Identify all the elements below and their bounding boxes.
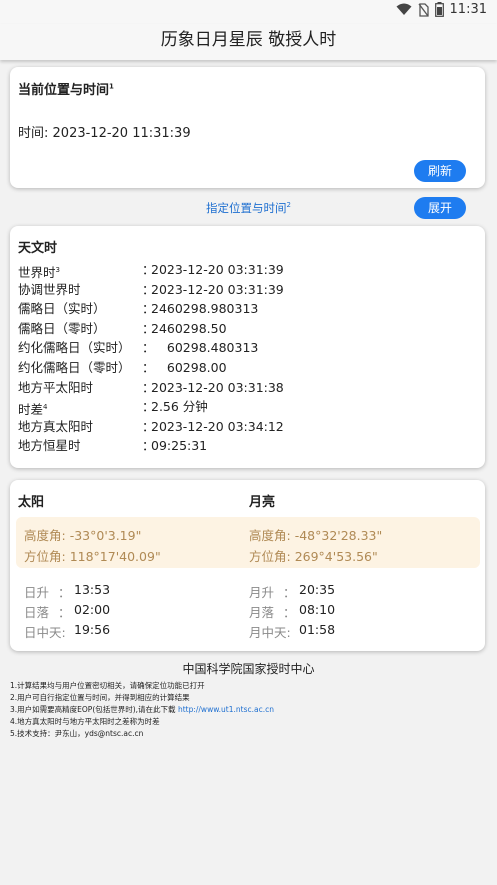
moonset-colon: ： (283, 605, 296, 620)
moonrise-value: 20:35 (299, 582, 336, 597)
specify-link[interactable]: 指定位置与时间2 (206, 200, 291, 216)
footer-note-2: 2.用户可自行指定位置与时间，并得到相应的计算结果 (10, 693, 190, 702)
astro-row-value: 2023-12-20 03:31:39 (151, 281, 284, 297)
footer-note-3: 3.用户如需要高精度EOP(包括世界时),请在此下载 http://www.ut… (10, 704, 274, 715)
astro-row-value: 60298.00 (151, 360, 227, 375)
status-bar: 11:31 (0, 0, 497, 24)
astro-row-label-text: 世界时 (18, 265, 56, 281)
expand-button[interactable]: 展开 (414, 197, 466, 219)
current-time-line: 时间: 2023-12-20 11:31:39 (18, 122, 191, 141)
moon-transit-label: 月中天: (249, 625, 291, 640)
moonrise-colon: ： (283, 585, 296, 600)
astro-row-label: 地方真太阳时 (18, 417, 93, 437)
sun-altitude-label: 高度角: (24, 528, 66, 543)
current-card: 当前位置与时间1 时间: 2023-12-20 11:31:39 刷新 (10, 67, 485, 188)
astro-row-label-text: 约化儒略日（实时） (18, 340, 131, 356)
astro-row-sup: 3 (55, 266, 60, 274)
sunset-colon: ： (58, 605, 71, 620)
astro-row-value: 2023-12-20 03:31:39 (151, 262, 284, 277)
moon-title: 月亮 (249, 495, 276, 510)
battery-icon (434, 2, 444, 17)
sun-transit-value: 19:56 (74, 622, 111, 637)
astro-row-label-text: 约化儒略日（零时） (18, 360, 131, 375)
sunrise-value: 13:53 (74, 582, 111, 597)
current-time-label: 时间: (18, 126, 49, 141)
astro-row-value: 09:25:31 (151, 438, 208, 454)
moon-altitude-label: 高度角: (249, 528, 291, 543)
moon-altitude-value: -48°32'28.33" (294, 528, 383, 543)
no-sim-icon (418, 2, 429, 17)
astro-row-label: 约化儒略日（实时） (18, 338, 131, 358)
astro-row-label-text: 地方恒星时 (18, 438, 81, 454)
astro-row-label: 协调世界时 (18, 280, 81, 300)
astro-row-label-text: 地方真太阳时 (18, 418, 94, 434)
astro-row-value: 2023-12-20 03:31:38 (151, 379, 284, 395)
astro-row-label: 儒略日（实时） (18, 299, 106, 319)
sun-moon-card: 太阳 月亮 高度角: -33°0'3.19" 方位角: 118°17'40.09… (10, 480, 485, 651)
astro-row-label: 约化儒略日（零时） (18, 358, 131, 378)
astro-row-value: 2023-12-20 03:34:12 (151, 418, 284, 434)
footer-note-1: 1.计算结果均与用户位置密切相关，请确保定位功能已打开 (10, 681, 205, 690)
moon-azimuth-value: 269°4'53.56" (294, 549, 378, 564)
sun-azimuth: 方位角: 118°17'40.09" (24, 546, 161, 565)
astro-title: 天文时 (18, 241, 58, 256)
status-time: 11:31 (449, 2, 487, 17)
moon-altitude: 高度角: -48°32'28.33" (249, 525, 382, 544)
astro-row-label-text: 儒略日（零时） (18, 320, 106, 336)
astro-row-label-text: 地方平太阳时 (18, 379, 94, 395)
sun-azimuth-value: 118°17'40.09" (69, 549, 161, 564)
sun-altitude: 高度角: -33°0'3.19" (24, 525, 141, 544)
astro-row-value: 2460298.50 (151, 320, 227, 336)
astro-row-value: 2.56 分钟 (151, 399, 208, 415)
moon-azimuth: 方位角: 269°4'53.56" (249, 546, 378, 565)
wifi-icon (396, 3, 412, 15)
moonrise-label: 月升 (249, 585, 275, 600)
app-bar: 历象日月星辰 敬授人时 (0, 24, 497, 60)
moonset-label: 月落 (249, 605, 275, 620)
astro-row-sup: 4 (43, 403, 48, 412)
status-icons: 11:31 (396, 2, 487, 17)
astro-row-label-text: 协调世界时 (18, 281, 81, 297)
moon-transit-value: 01:58 (299, 622, 336, 637)
specify-label: 指定位置与时间 (206, 201, 287, 215)
eop-download-link[interactable]: http://www.ut1.ntsc.ac.cn (178, 705, 274, 714)
current-time-value: 2023-12-20 11:31:39 (52, 126, 191, 141)
astro-row-value: 60298.480313 (151, 340, 259, 356)
sun-transit-label: 日中天: (24, 625, 66, 640)
astro-row-value: 2460298.980313 (151, 301, 259, 317)
sunset-label: 日落 (24, 605, 50, 620)
footer-note-3-text: 3.用户如需要高精度EOP(包括世界时),请在此下载 (10, 705, 176, 714)
sun-title: 太阳 (18, 495, 45, 510)
footer-org: 中国科学院国家授时中心 (182, 662, 315, 676)
current-title-text: 当前位置与时间 (18, 83, 110, 98)
sun-azimuth-label: 方位角: (24, 549, 66, 564)
footer-note-5: 5.技术支持：尹东山，yds@ntsc.ac.cn (10, 729, 144, 738)
astro-row-label: 地方恒星时 (18, 436, 81, 456)
moonset-value: 08:10 (299, 602, 336, 617)
astro-row-label-text: 儒略日（实时） (18, 301, 106, 317)
current-title: 当前位置与时间1 (18, 79, 114, 98)
astro-row-label: 儒略日（零时） (18, 319, 106, 339)
astro-row-label: 地方平太阳时 (18, 378, 93, 398)
app-title: 历象日月星辰 敬授人时 (160, 30, 337, 50)
sunset-value: 02:00 (74, 602, 111, 617)
sun-altitude-value: -33°0'3.19" (69, 528, 142, 543)
footer-note-4: 4.地方真太阳时与地方平太阳时之差称为时差 (10, 717, 160, 726)
sunrise-colon: ： (58, 585, 71, 600)
sunrise-label: 日升 (24, 585, 50, 600)
astro-row-label-text: 时差 (18, 402, 44, 418)
specify-sup: 2 (286, 201, 291, 210)
astro-card: 天文时 世界时3： 2023-12-20 03:31:39 协调世界时： 2023-1… (10, 226, 485, 468)
moon-azimuth-label: 方位角: (249, 549, 291, 564)
refresh-button[interactable]: 刷新 (414, 160, 466, 182)
current-title-sup: 1 (109, 82, 114, 91)
